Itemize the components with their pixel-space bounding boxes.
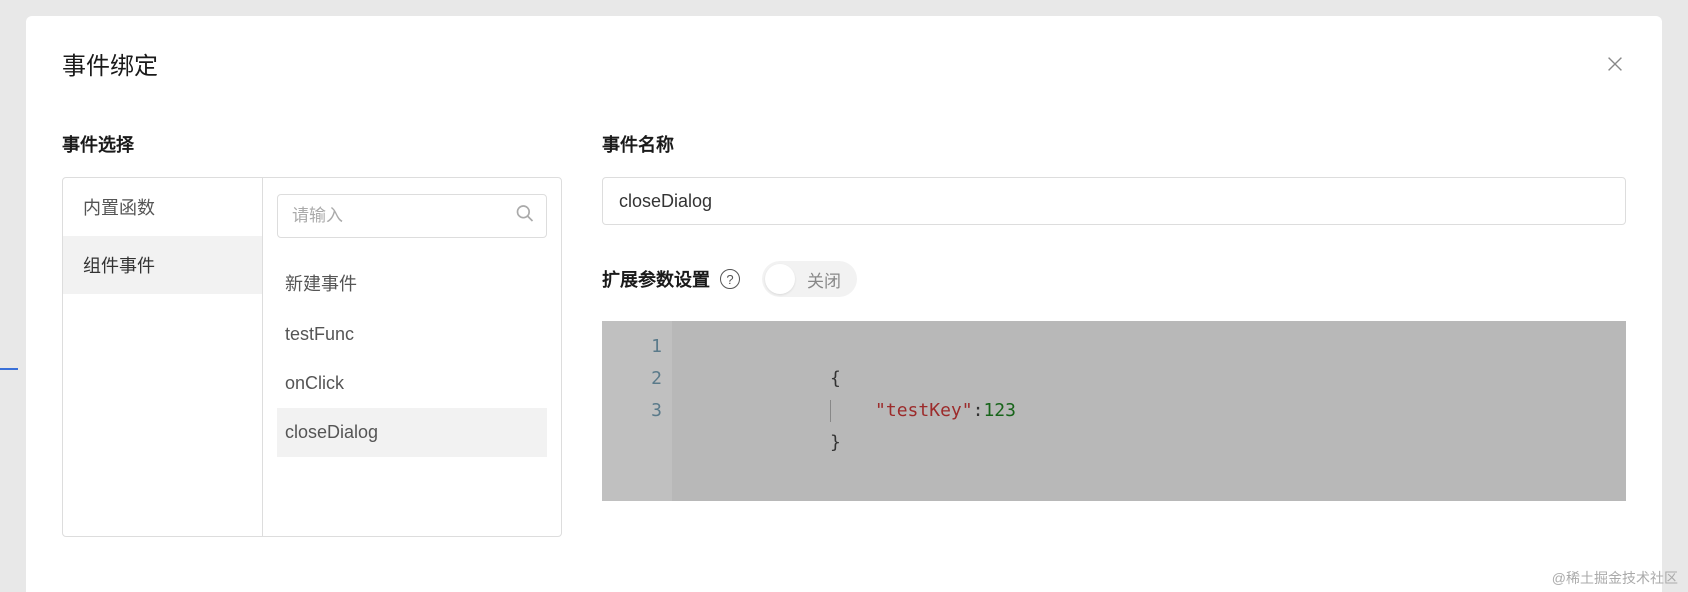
code-gutter: 1 2 3 <box>602 321 672 501</box>
tab-component-events[interactable]: 组件事件 <box>63 236 262 294</box>
event-category-tabs: 内置函数 组件事件 <box>63 178 263 536</box>
line-number: 3 <box>602 395 662 427</box>
event-item-closedialog[interactable]: closeDialog <box>277 408 547 457</box>
close-icon[interactable] <box>1604 53 1626 75</box>
search-icon[interactable] <box>515 204 535 229</box>
params-toggle[interactable]: 关闭 <box>762 261 857 297</box>
event-selector-box: 内置函数 组件事件 新建事件 testFunc onClick closeDia… <box>62 177 562 537</box>
event-config-panel: 事件名称 扩展参数设置 ? 关闭 1 2 3 { <box>602 131 1626 537</box>
event-list-column: 新建事件 testFunc onClick closeDialog <box>263 178 561 536</box>
event-name-input[interactable] <box>602 177 1626 225</box>
bg-accent-line <box>0 368 18 370</box>
event-select-label: 事件选择 <box>62 131 562 157</box>
line-number: 2 <box>602 363 662 395</box>
event-binding-dialog: 事件绑定 事件选择 内置函数 组件事件 <box>26 16 1662 592</box>
indent-guide <box>830 400 831 422</box>
dialog-header: 事件绑定 <box>62 46 1626 81</box>
event-name-label: 事件名称 <box>602 131 1626 157</box>
params-row: 扩展参数设置 ? 关闭 <box>602 261 1626 297</box>
toggle-knob <box>765 264 795 294</box>
help-icon[interactable]: ? <box>720 269 740 289</box>
watermark: @稀土掘金技术社区 <box>1552 568 1678 588</box>
dialog-content: 事件选择 内置函数 组件事件 新建事件 testFunc onClick <box>62 131 1626 537</box>
dialog-title: 事件绑定 <box>62 46 158 81</box>
tab-builtin-functions[interactable]: 内置函数 <box>63 178 262 236</box>
code-body[interactable]: { "testKey":123 } <box>672 321 1626 501</box>
code-line: { <box>700 331 1598 363</box>
event-item-new[interactable]: 新建事件 <box>277 256 547 310</box>
toggle-label: 关闭 <box>807 267 841 292</box>
event-search <box>277 194 547 238</box>
event-select-panel: 事件选择 内置函数 组件事件 新建事件 testFunc onClick <box>62 131 562 537</box>
event-item-onclick[interactable]: onClick <box>277 359 547 408</box>
line-number: 1 <box>602 331 662 363</box>
params-label: 扩展参数设置 <box>602 266 710 292</box>
code-editor[interactable]: 1 2 3 { "testKey":123 } <box>602 321 1626 501</box>
event-item-testfunc[interactable]: testFunc <box>277 310 547 359</box>
search-input[interactable] <box>277 194 547 238</box>
